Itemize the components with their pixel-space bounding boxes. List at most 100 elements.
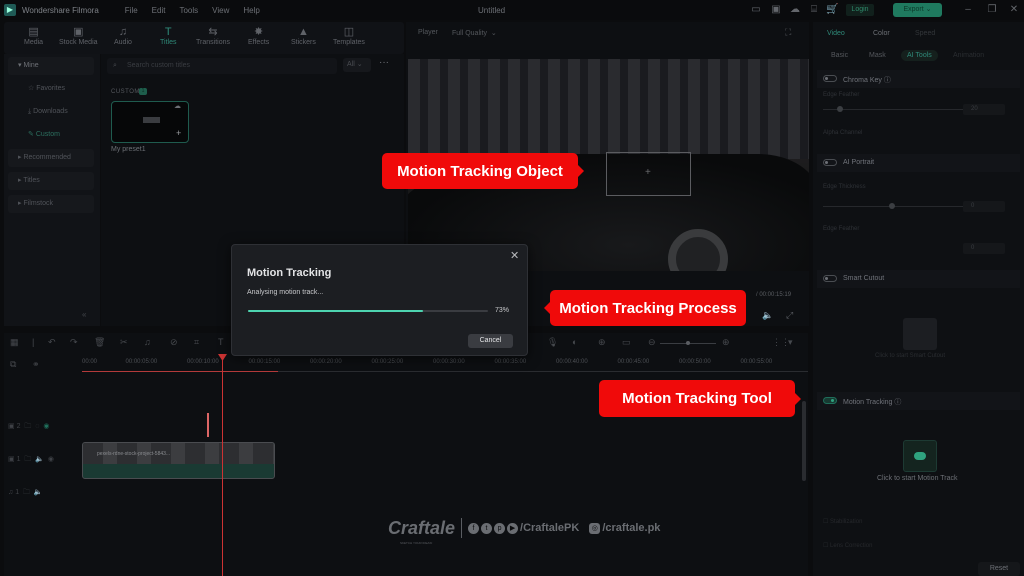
- tab-audio[interactable]: ♫ Audio: [114, 26, 132, 46]
- playhead[interactable]: [222, 356, 223, 576]
- subtab-basic[interactable]: Basic: [831, 52, 848, 59]
- menu-edit[interactable]: Edit: [152, 6, 166, 15]
- tab-stock-media[interactable]: ▣ Stock Media: [59, 26, 98, 46]
- layout-grid-icon[interactable]: ▦: [10, 337, 19, 348]
- tab-video[interactable]: Video: [827, 30, 845, 37]
- ai-audio-icon[interactable]: ◐: [572, 337, 577, 347]
- text-icon[interactable]: T: [218, 337, 224, 347]
- edge-thickness-slider[interactable]: [823, 203, 963, 209]
- cloud-upload-icon[interactable]: ☁: [174, 102, 181, 110]
- restore-icon[interactable]: ❐: [986, 4, 998, 16]
- edge-feather-value[interactable]: 20: [963, 104, 1005, 115]
- filter-dropdown[interactable]: All ⌄: [343, 58, 371, 72]
- sidebar-item-favorites[interactable]: ☆ Favorites: [8, 80, 94, 98]
- smart-cutout-button[interactable]: [903, 318, 937, 350]
- zoom-in-icon[interactable]: ⊕: [722, 337, 730, 348]
- add-track-icon[interactable]: ⧉: [10, 359, 16, 370]
- tab-titles[interactable]: T Titles: [160, 26, 176, 46]
- cut-icon[interactable]: ✂: [120, 337, 128, 348]
- fullscreen-icon[interactable]: ⤢: [786, 310, 793, 321]
- microphone-icon[interactable]: 🎙: [547, 337, 558, 348]
- speaker-icon[interactable]: 🔈: [34, 489, 43, 496]
- export-button[interactable]: Export ⌄: [893, 3, 942, 17]
- sidebar-item-mine[interactable]: ▾ Mine: [8, 57, 94, 75]
- layout-icon[interactable]: ▭: [750, 4, 762, 16]
- render-icon[interactable]: ⊕: [598, 337, 606, 348]
- subtab-mask[interactable]: Mask: [869, 52, 886, 59]
- link-icon[interactable]: ⚭: [32, 359, 40, 370]
- folder-icon[interactable]: 🗀: [23, 489, 30, 496]
- info-icon[interactable]: ⓘ: [884, 77, 891, 84]
- crop-icon[interactable]: ⌗: [194, 337, 199, 348]
- close-icon[interactable]: ✕: [510, 249, 519, 262]
- collapse-sidebar-icon[interactable]: «: [82, 310, 86, 319]
- edge-feather-value-2[interactable]: 0: [963, 243, 1005, 254]
- gift-icon[interactable]: ⌸: [808, 4, 820, 16]
- close-window-icon[interactable]: ✕: [1008, 4, 1020, 16]
- sidebar-item-downloads[interactable]: ⤓ Downloads: [8, 103, 94, 121]
- zoom-slider[interactable]: [660, 341, 716, 345]
- reset-button[interactable]: Reset: [978, 562, 1020, 576]
- tab-stickers[interactable]: ▲ Stickers: [291, 26, 316, 46]
- stabilization-option[interactable]: ☐ Stabilization: [823, 518, 862, 525]
- search-input[interactable]: ⌕ Search custom titles: [107, 58, 337, 74]
- menu-file[interactable]: File: [125, 6, 138, 15]
- menu-view[interactable]: View: [212, 6, 229, 15]
- edge-thickness-value[interactable]: 0: [963, 201, 1005, 212]
- cart-icon[interactable]: 🛒: [826, 4, 838, 16]
- tab-effects[interactable]: ✸ Effects: [248, 26, 269, 46]
- cloud-upload-icon[interactable]: ☁: [789, 4, 801, 16]
- tab-color[interactable]: Color: [873, 30, 890, 37]
- visibility-hidden-icon[interactable]: ◉: [43, 423, 49, 430]
- edge-feather-slider[interactable]: [823, 106, 963, 112]
- sidebar-item-recommended[interactable]: ▸ Recommended: [8, 149, 94, 167]
- start-motion-track-button[interactable]: [903, 440, 937, 472]
- sidebar-item-titles[interactable]: ▸ Titles: [8, 172, 94, 190]
- smart-cutout-toggle[interactable]: [823, 275, 837, 282]
- tab-media[interactable]: ▤ Media: [24, 26, 43, 46]
- subtab-ai-tools[interactable]: AI Tools: [901, 50, 938, 61]
- video-clip[interactable]: pexels-rdne-stock-project-5843...: [82, 442, 275, 479]
- delete-icon[interactable]: 🗑: [94, 337, 105, 348]
- info-icon[interactable]: ⓘ: [894, 399, 901, 406]
- redo-icon[interactable]: ↷: [70, 337, 78, 348]
- motion-tracking-box[interactable]: +: [606, 152, 691, 196]
- motion-tracking-toggle[interactable]: [823, 397, 837, 404]
- zoom-out-icon[interactable]: ⊖: [648, 337, 656, 348]
- zoom-slider-knob[interactable]: [686, 341, 690, 345]
- ai-portrait-toggle[interactable]: [823, 159, 837, 166]
- sidebar-item-custom[interactable]: ✎ Custom: [8, 126, 94, 144]
- minimize-icon[interactable]: –: [962, 4, 974, 16]
- snapshot-icon[interactable]: ⛶: [785, 27, 791, 38]
- timeline-ruler[interactable]: 00:00 00:00:05:00 00:00:10:00 00:00:15:00 00…: [82, 355, 808, 377]
- caption-icon[interactable]: ▭: [622, 337, 631, 348]
- tab-transitions[interactable]: ⇆ Transitions: [196, 26, 230, 46]
- chroma-key-toggle[interactable]: [823, 75, 837, 82]
- slider-knob[interactable]: [889, 203, 895, 209]
- menu-help[interactable]: Help: [243, 6, 259, 15]
- speaker-icon[interactable]: 🔈: [35, 456, 44, 463]
- speed-icon[interactable]: ⊘: [170, 337, 178, 348]
- eye-icon[interactable]: ◉: [48, 456, 54, 463]
- cancel-button[interactable]: Cancel: [468, 334, 513, 348]
- login-button[interactable]: Login: [846, 4, 874, 16]
- menu-tools[interactable]: Tools: [179, 6, 198, 15]
- sidebar-item-filmstock[interactable]: ▸ Filmstock: [8, 195, 94, 213]
- more-options-icon[interactable]: ···: [379, 57, 389, 68]
- slider-knob[interactable]: [837, 106, 843, 112]
- timeline-scrollbar[interactable]: [802, 401, 806, 481]
- volume-icon[interactable]: 🔈: [762, 310, 773, 321]
- add-icon[interactable]: +: [176, 128, 181, 138]
- clip-marker[interactable]: [207, 413, 209, 437]
- subtab-animation[interactable]: Animation: [953, 52, 984, 59]
- folder-icon[interactable]: 🗀: [24, 423, 31, 430]
- mute-icon[interactable]: ◌: [35, 423, 39, 430]
- tab-speed[interactable]: Speed: [915, 30, 935, 37]
- save-icon[interactable]: ▣: [770, 4, 782, 16]
- preset-thumbnail[interactable]: ☁ +: [111, 101, 189, 143]
- folder-icon[interactable]: 🗀: [24, 456, 31, 463]
- tab-templates[interactable]: ◫ Templates: [333, 26, 365, 46]
- chevron-down-icon[interactable]: ▾: [788, 337, 793, 348]
- undo-icon[interactable]: ↶: [48, 337, 56, 348]
- lens-correction-option[interactable]: ☐ Lens Correction: [823, 542, 872, 549]
